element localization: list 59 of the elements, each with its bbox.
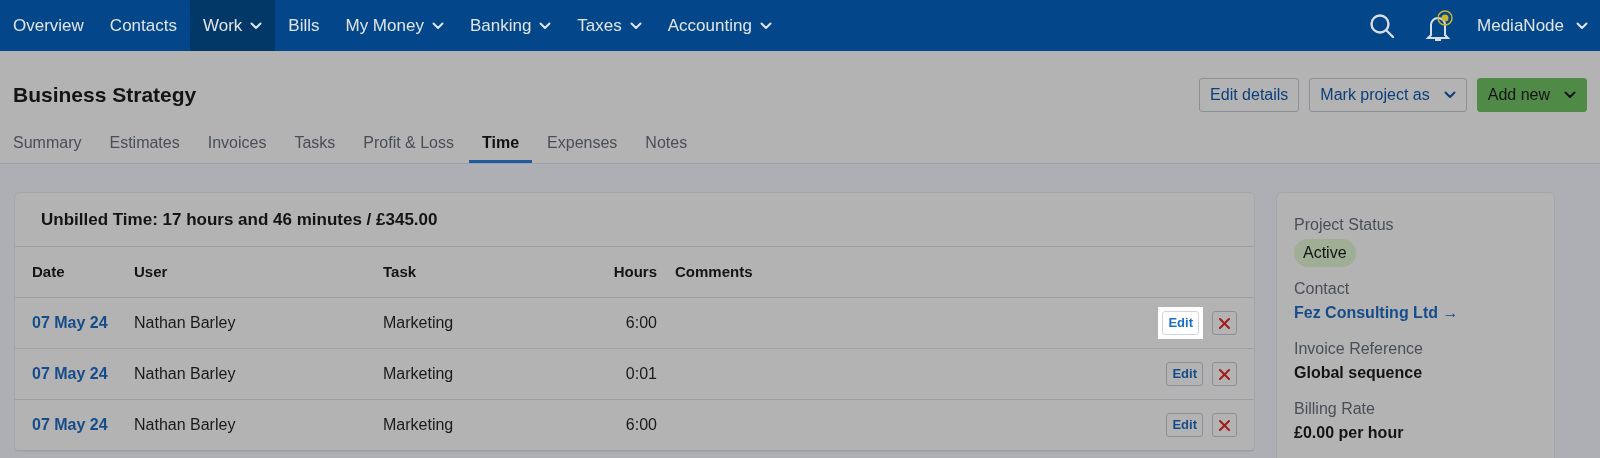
page-title: Business Strategy [13, 82, 197, 109]
search-icon[interactable] [1369, 12, 1396, 39]
action-button[interactable]: Add new [1476, 78, 1587, 112]
table-cell-text: 0:01 [624, 364, 657, 384]
edit-button[interactable]: Edit [1162, 311, 1199, 335]
field-label: Project Status [1294, 215, 1395, 235]
nav-item[interactable]: My Money [332, 0, 457, 51]
column-header: User [134, 261, 169, 282]
tab[interactable]: Estimates [109, 121, 180, 163]
column-header: Hours [612, 261, 657, 282]
edit-button[interactable]: Edit [1166, 362, 1203, 386]
table-cell-text: Nathan Barley [134, 313, 237, 333]
column-header: Comments [674, 261, 753, 282]
date-link[interactable]: 07 May 24 [15, 362, 134, 386]
tab[interactable]: Invoices [207, 121, 267, 163]
action-button[interactable]: Edit details [1199, 78, 1300, 112]
action-button[interactable]: Mark project as [1309, 78, 1467, 112]
status-badge: Active [1294, 239, 1356, 267]
nav-item[interactable]: Banking [456, 0, 565, 51]
table-cell-text: Marketing [383, 313, 455, 333]
notification-bell-icon[interactable] [1423, 8, 1456, 43]
table-cell-text: Marketing [383, 364, 455, 384]
field-value: Global sequence [1294, 363, 1424, 383]
tab[interactable]: Expenses [547, 121, 618, 163]
field-label: Billing Rate [1294, 399, 1376, 419]
table-cell-text: Nathan Barley [134, 415, 237, 435]
table-cell-text: Nathan Barley [134, 364, 237, 384]
close-icon [1219, 419, 1230, 431]
account-menu[interactable]: MediaNode [1477, 0, 1600, 51]
nav-item[interactable]: Overview [0, 0, 97, 51]
tab[interactable]: Time [469, 121, 533, 163]
field-value: £0.00 per hour [1294, 423, 1405, 443]
table-cell-text: 6:00 [624, 313, 657, 333]
contact-link[interactable]: Fez Consulting Ltd → [1294, 301, 1537, 325]
edit-button[interactable]: Edit [1166, 413, 1203, 437]
close-icon [1219, 368, 1230, 380]
table-cell-text: Marketing [383, 415, 455, 435]
tab[interactable]: Tasks [294, 121, 336, 163]
nav-item[interactable]: Accounting [654, 0, 785, 51]
card-title: Unbilled Time: 17 hours and 46 minutes / £345.00 [41, 208, 438, 231]
tab[interactable]: Profit & Loss [363, 121, 454, 163]
table-cell-text: 6:00 [624, 415, 657, 435]
date-link[interactable]: 07 May 24 [15, 311, 134, 335]
delete-button[interactable] [1212, 413, 1237, 437]
chevron-down-icon [1576, 21, 1588, 30]
nav-item[interactable]: Bills [275, 0, 333, 51]
delete-button[interactable] [1212, 362, 1237, 386]
field-label: Contact [1294, 279, 1351, 299]
tab[interactable]: Summary [13, 121, 82, 163]
delete-button[interactable] [1212, 311, 1237, 335]
close-icon [1219, 317, 1230, 329]
nav-item[interactable]: Work [189, 0, 276, 51]
tab[interactable]: Notes [645, 121, 688, 163]
date-link[interactable]: 07 May 24 [15, 413, 134, 437]
nav-item[interactable]: Contacts [96, 0, 190, 51]
column-header: Task [383, 261, 418, 282]
field-label: Invoice Reference [1294, 339, 1424, 359]
nav-item[interactable]: Taxes [564, 0, 655, 51]
column-header: Date [31, 261, 66, 282]
